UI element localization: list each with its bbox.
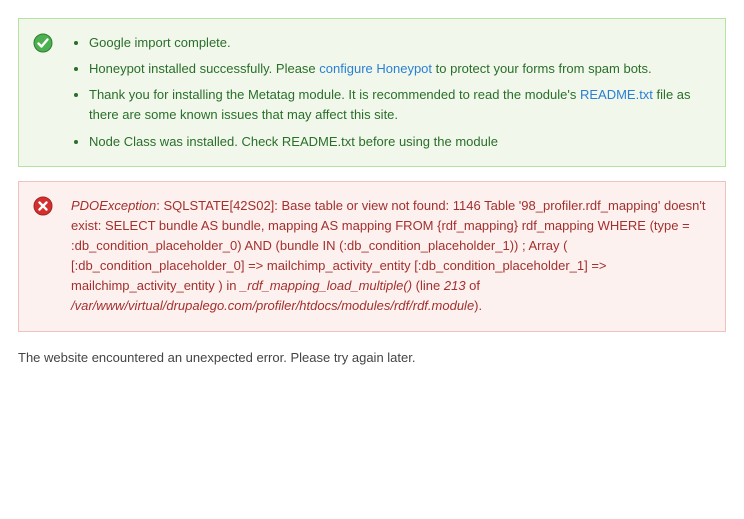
status-item-text: Node Class was installed. Check README.t… [89,134,498,149]
status-item-prefix: Honeypot installed successfully. Please [89,61,319,76]
error-tail: ). [474,298,482,313]
exception-class: PDOException [71,198,156,213]
readme-link[interactable]: README.txt [580,87,653,102]
error-line: 213 [444,278,466,293]
status-item: Node Class was installed. Check README.t… [89,132,707,152]
success-icon [33,33,53,53]
status-list: Google import complete. Honeypot install… [71,33,707,152]
error-message: PDOException: SQLSTATE[42S02]: Base tabl… [18,181,726,332]
status-item-prefix: Thank you for installing the Metatag mod… [89,87,580,102]
error-of: of [466,278,480,293]
status-item: Google import complete. [89,33,707,53]
status-item: Honeypot installed successfully. Please … [89,59,707,79]
status-message: Google import complete. Honeypot install… [18,18,726,167]
error-line-prefix: (line [412,278,444,293]
page-error-text: The website encountered an unexpected er… [18,348,726,368]
status-item-text: Google import complete. [89,35,231,50]
error-icon [33,196,53,216]
configure-honeypot-link[interactable]: configure Honeypot [319,61,432,76]
status-item: Thank you for installing the Metatag mod… [89,85,707,125]
error-function: _rdf_mapping_load_multiple() [240,278,412,293]
error-text: PDOException: SQLSTATE[42S02]: Base tabl… [71,196,707,317]
error-file: /var/www/virtual/drupalego.com/profiler/… [71,298,474,313]
status-item-suffix: to protect your forms from spam bots. [432,61,652,76]
